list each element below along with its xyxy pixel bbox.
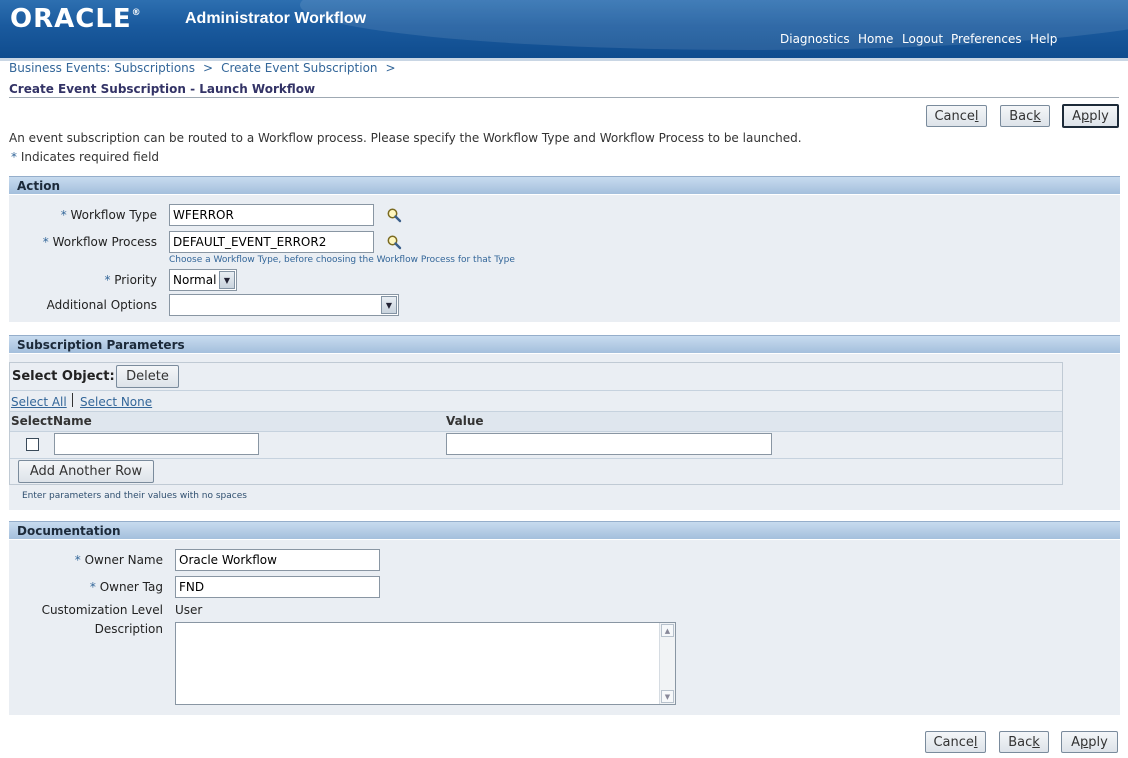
row-select-checkbox[interactable] [26,438,39,451]
cancel-button-top[interactable]: Cance l [926,105,987,127]
page-title: Create Event Subscription - Launch Workf… [9,82,316,96]
workflow-process-hint: Choose a Workflow Type, before choosing … [169,255,515,265]
logout-link[interactable]: Logout [902,32,943,46]
chevron-down-icon: ▼ [219,271,235,289]
apply-button-bottom[interactable]: Ap ply [1061,731,1118,753]
customization-level-value: User [175,603,203,617]
workflow-type-input[interactable]: WFERROR [169,204,374,226]
description-textarea[interactable] [175,622,676,705]
additional-options-select[interactable]: ▼ [169,294,399,316]
priority-label: * Priority [104,273,157,287]
oracle-logo: ORACLE® [10,4,142,34]
home-link[interactable]: Home [858,32,893,46]
breadcrumb-separator: > [385,61,396,75]
documentation-header: Documentation [9,521,1120,539]
owner-name-input[interactable]: Oracle Workflow [175,549,380,571]
select-all-link[interactable]: Select All [11,395,67,409]
action-section-header: Action [9,176,1120,194]
parameter-name-input[interactable] [54,433,259,455]
column-header-select: Select [11,414,53,428]
delete-button[interactable]: Delete [116,365,179,388]
search-icon[interactable] [386,207,402,223]
breadcrumb-item-subscriptions[interactable]: Business Events: Subscriptions [9,61,195,75]
help-link[interactable]: Help [1030,32,1057,46]
scroll-up-icon[interactable]: ▲ [661,624,674,637]
priority-select[interactable]: Normal ▼ [169,269,237,291]
app-title: Administrator Workflow [185,10,367,27]
description-label: Description [94,622,163,636]
title-divider [9,97,1119,98]
breadcrumb-separator: > [203,61,214,75]
column-header-value: Value [446,414,484,428]
back-button-top[interactable]: Bac k [1000,105,1050,127]
required-field-note: * Indicates required field [11,150,160,164]
description-scrollbar[interactable]: ▲ ▼ [659,623,675,704]
parameters-hint: Enter parameters and their values with n… [22,491,247,501]
workflow-process-input[interactable]: DEFAULT_EVENT_ERROR2 [169,231,374,253]
add-another-row-button[interactable]: Add Another Row [18,460,154,483]
owner-tag-input[interactable]: FND [175,576,380,598]
breadcrumb-item-create-subscription[interactable]: Create Event Subscription [221,61,377,75]
subscription-parameters-header: Subscription Parameters [9,335,1120,353]
column-header-name: Name [53,414,92,428]
owner-name-label: * Owner Name [74,553,163,567]
workflow-type-label: * Workflow Type [60,208,157,222]
link-divider [72,393,73,407]
chevron-down-icon: ▼ [381,296,397,314]
cancel-button-bottom[interactable]: Cance l [925,731,986,753]
select-none-link[interactable]: Select None [80,395,152,409]
select-object-label: Select Object: [12,369,115,384]
breadcrumb: Business Events: Subscriptions > Create Ev… [9,61,404,75]
parameter-value-input[interactable] [446,433,772,455]
back-button-bottom[interactable]: Bac k [999,731,1049,753]
preferences-link[interactable]: Preferences [951,32,1022,46]
required-star: * [11,150,17,164]
additional-options-label: Additional Options [46,298,157,312]
global-header [0,0,1128,58]
search-icon[interactable] [386,234,402,250]
scroll-down-icon[interactable]: ▼ [661,690,674,703]
workflow-process-label: * Workflow Process [42,235,157,249]
customization-level-label: Customization Level [41,603,163,617]
apply-button-top[interactable]: Ap ply [1062,104,1119,128]
owner-tag-label: * Owner Tag [89,580,163,594]
intro-text: An event subscription can be routed to a… [9,131,802,145]
parameters-table: Select Object: Delete Select All Select … [9,362,1063,485]
diagnostics-link[interactable]: Diagnostics [780,32,850,46]
